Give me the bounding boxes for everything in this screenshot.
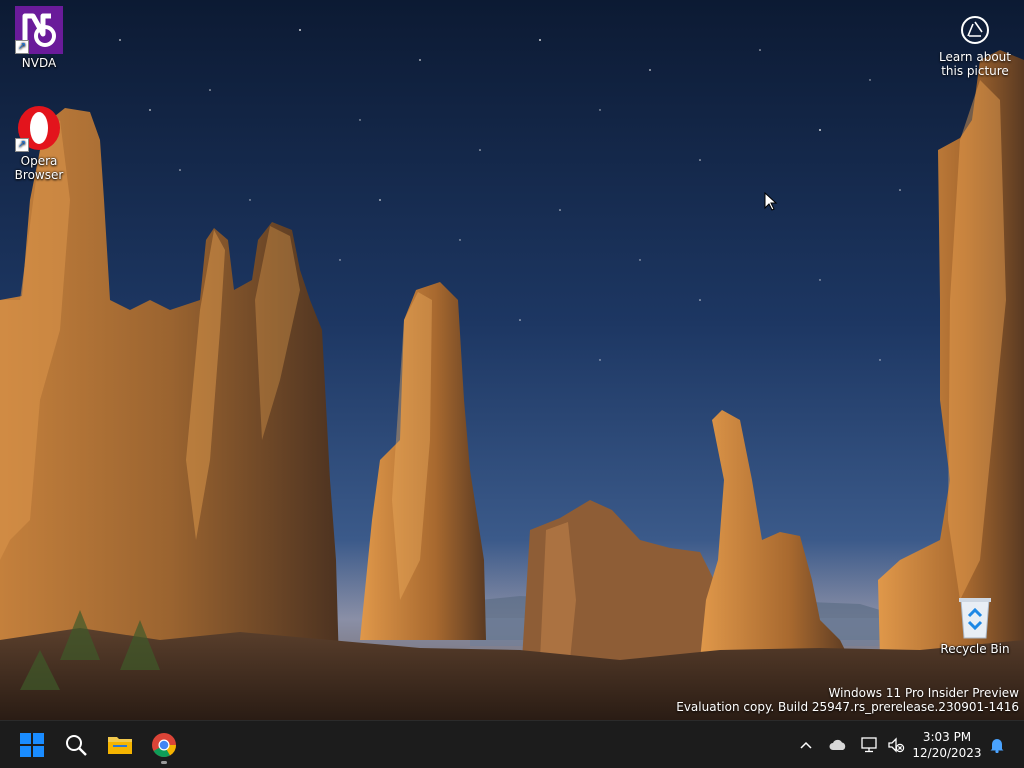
notifications-button[interactable] xyxy=(985,733,1009,757)
windows-start-icon xyxy=(20,733,44,757)
onedrive-cloud-icon xyxy=(829,739,846,750)
watermark-line-1: Windows 11 Pro Insider Preview xyxy=(828,686,1019,700)
opera-icon: ↗ xyxy=(15,104,63,152)
learn-about-this-picture[interactable]: Learn about this picture xyxy=(936,14,1014,78)
onedrive-button[interactable] xyxy=(826,733,850,757)
shortcut-arrow-icon: ↗ xyxy=(15,40,29,54)
taskbar-clock[interactable]: 3:03 PM 12/20/2023 xyxy=(912,729,982,761)
desktop-icon-label: Recycle Bin xyxy=(940,642,1010,656)
desktop-icon-label: NVDA xyxy=(21,56,57,70)
folder-icon xyxy=(108,737,132,754)
watermark-line-2: Evaluation copy. Build 25947.rs_prerelea… xyxy=(676,700,1019,714)
volume-button[interactable] xyxy=(884,733,908,757)
search-icon xyxy=(66,735,87,756)
start-button[interactable] xyxy=(12,725,52,765)
mouse-cursor-icon xyxy=(764,192,778,211)
shortcut-arrow-icon: ↗ xyxy=(15,138,29,152)
file-explorer-button[interactable] xyxy=(100,725,140,765)
desktop[interactable]: ↗ NVDA ↗ Opera Browser Recycle Bin Learn… xyxy=(0,0,1024,720)
desktop-icon-recycle-bin[interactable]: Recycle Bin xyxy=(937,596,1013,656)
chrome-icon xyxy=(152,733,176,758)
taskbar: 3:03 PM 12/20/2023 xyxy=(0,720,1024,768)
network-button[interactable] xyxy=(858,733,882,757)
camera-lens-icon xyxy=(959,14,991,46)
clock-time: 3:03 PM xyxy=(922,730,972,744)
desktop-icon-label: Opera Browser xyxy=(14,154,64,182)
clock-date: 12/20/2023 xyxy=(912,746,982,760)
nvda-icon: ↗ xyxy=(15,6,63,54)
learn-about-label: Learn about this picture xyxy=(939,50,1011,78)
show-hidden-icons-button[interactable] xyxy=(794,733,818,757)
chrome-button[interactable] xyxy=(144,725,184,765)
desktop-wallpaper xyxy=(0,0,1024,720)
volume-muted-icon xyxy=(888,737,905,753)
notification-bell-icon xyxy=(990,739,1004,753)
desktop-icon-nvda[interactable]: ↗ NVDA xyxy=(1,6,77,70)
network-icon xyxy=(861,737,877,753)
recycle-bin-icon xyxy=(955,596,995,640)
running-indicator xyxy=(161,761,167,764)
search-button[interactable] xyxy=(56,725,96,765)
windows-watermark: Windows 11 Pro Insider Preview Evaluatio… xyxy=(676,686,1019,714)
desktop-icon-opera-browser[interactable]: ↗ Opera Browser xyxy=(1,104,77,182)
chevron-up-icon xyxy=(800,741,812,749)
